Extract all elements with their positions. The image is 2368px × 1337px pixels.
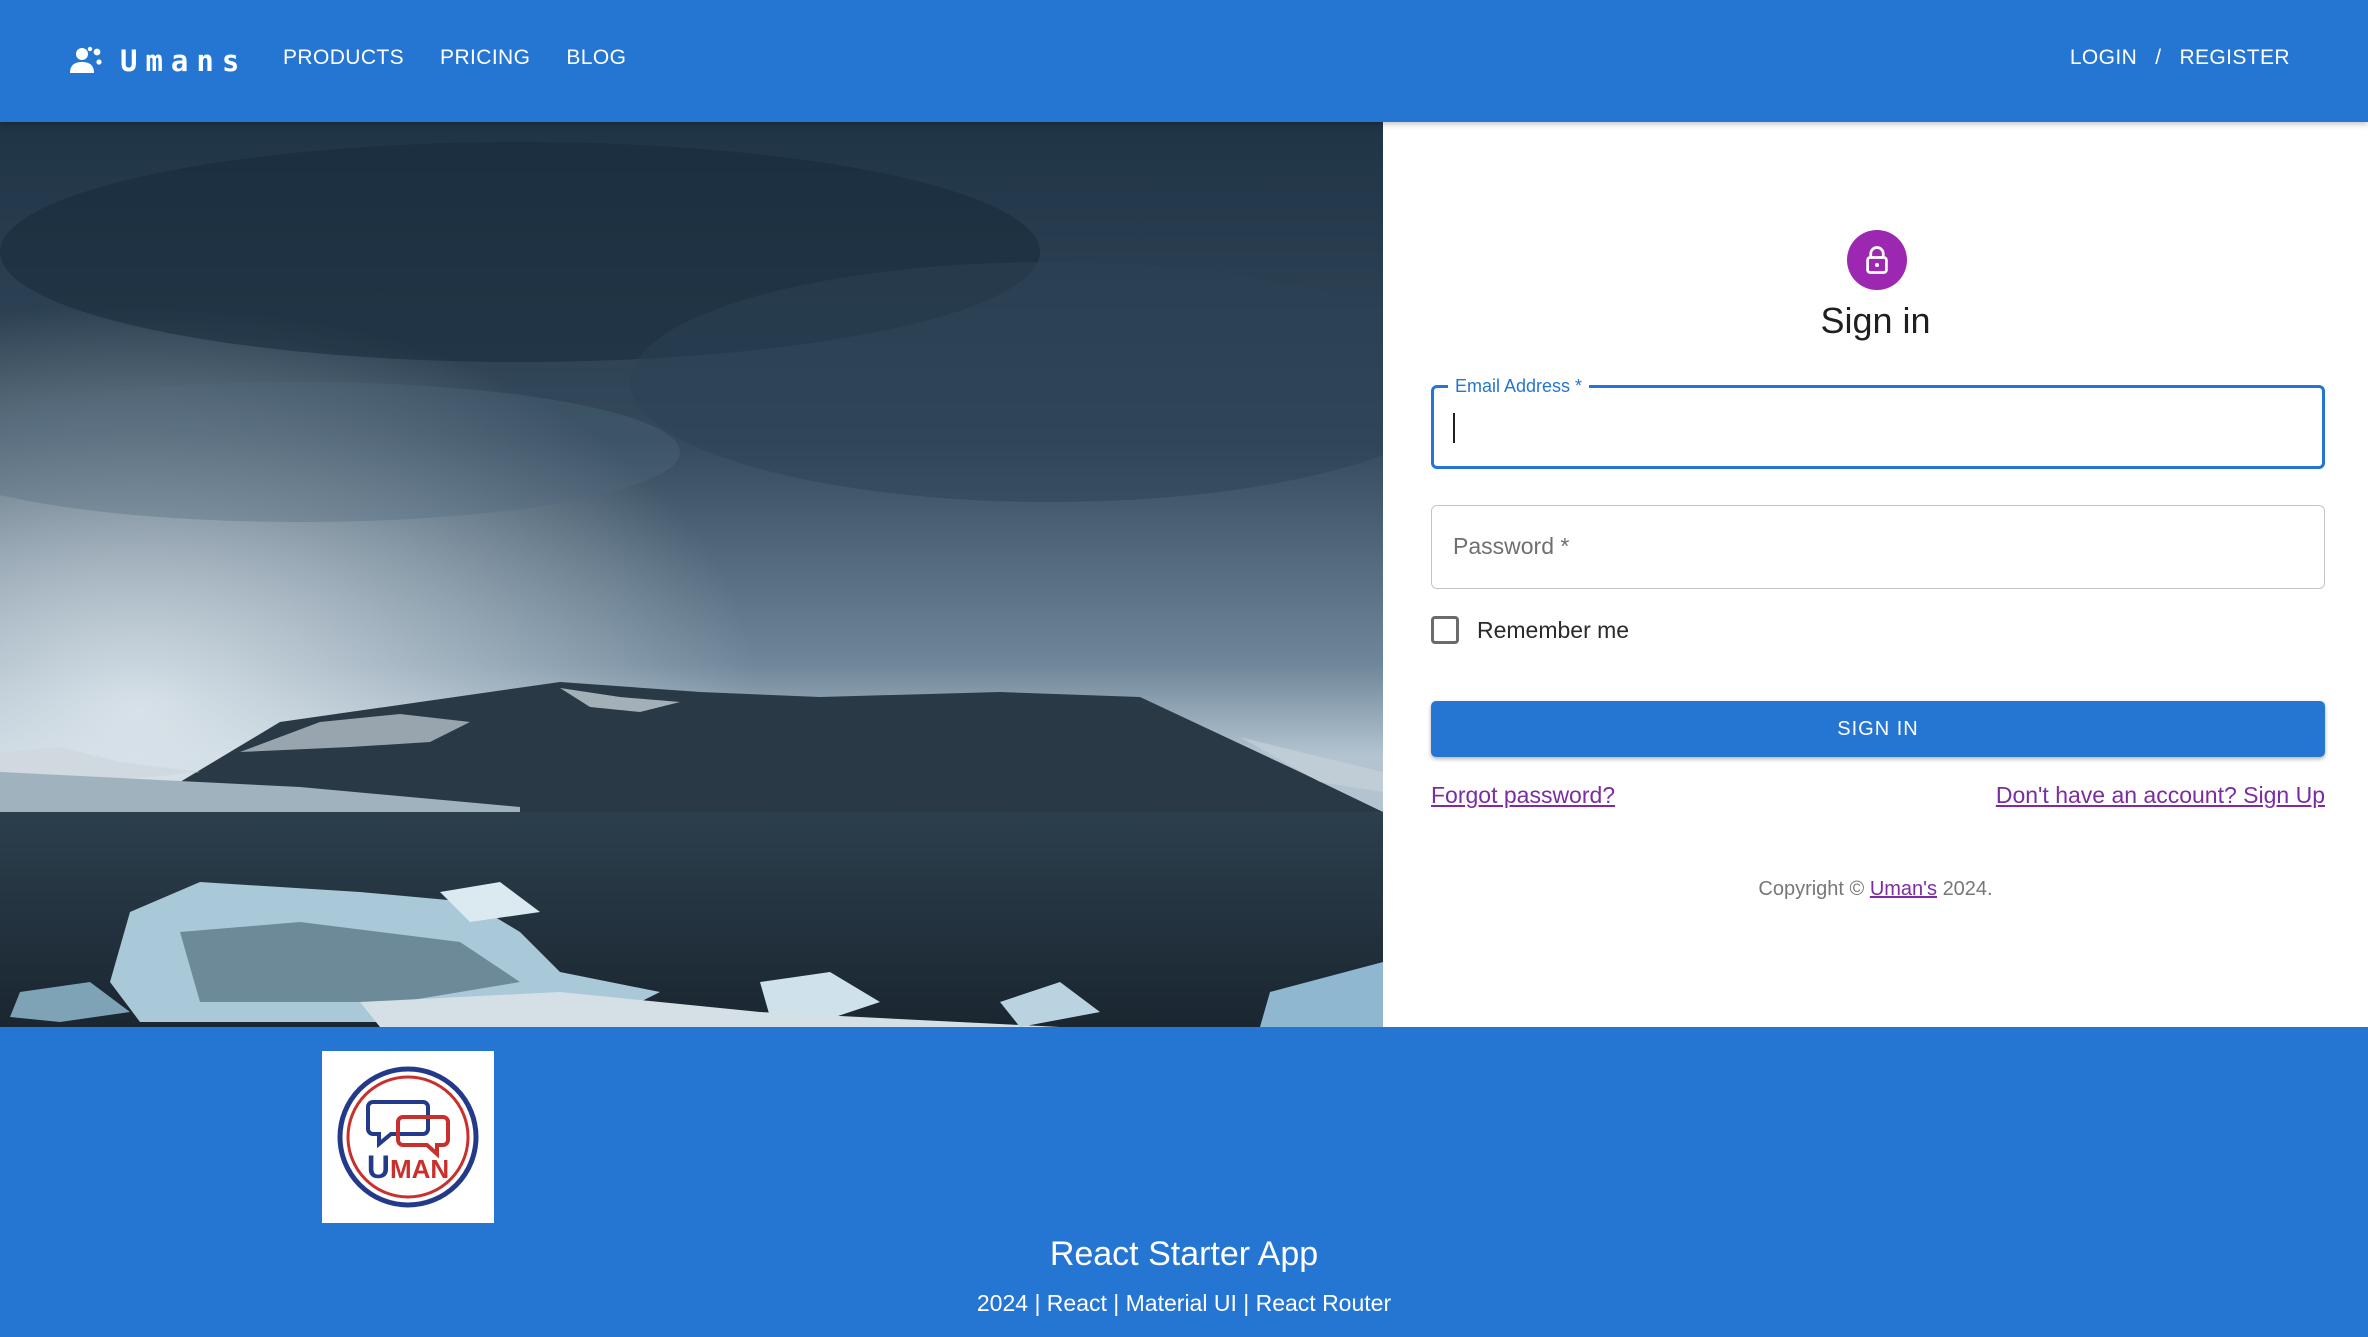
footer: UMAN React Starter App 2024 | React | Ma… bbox=[0, 1027, 2368, 1337]
uman-logo-image: UMAN bbox=[337, 1066, 479, 1208]
nav-item-blog[interactable]: BLOG bbox=[566, 46, 626, 70]
forgot-password-link[interactable]: Forgot password? bbox=[1431, 782, 1615, 809]
signup-link[interactable]: Don't have an account? Sign Up bbox=[1996, 782, 2325, 809]
footer-subtitle: 2024 | React | Material UI | React Route… bbox=[976, 1290, 1392, 1316]
nav-item-products[interactable]: PRODUCTS bbox=[283, 46, 404, 70]
logo-text: UMAN bbox=[367, 1149, 449, 1185]
lock-icon bbox=[1866, 246, 1888, 274]
brand-name: Umans bbox=[120, 44, 248, 78]
copyright-link[interactable]: Uman's bbox=[1870, 878, 1937, 900]
brand[interactable]: Umans bbox=[70, 44, 247, 78]
footer-logo: UMAN bbox=[322, 1051, 494, 1223]
auth-links: LOGIN / REGISTER bbox=[2070, 46, 2290, 70]
signin-panel: Sign in Email Address * Password * Remem… bbox=[1383, 122, 2368, 1027]
footer-title: React Starter App bbox=[1049, 1235, 1319, 1273]
password-field[interactable]: Password * bbox=[1431, 505, 2325, 589]
email-field[interactable]: Email Address * bbox=[1431, 376, 2325, 469]
email-input[interactable] bbox=[1434, 388, 2322, 466]
signin-title: Sign in bbox=[1820, 300, 1931, 341]
users-group-icon bbox=[70, 46, 102, 73]
copyright-prefix: Copyright © bbox=[1758, 878, 1865, 900]
remember-me[interactable]: Remember me bbox=[1431, 616, 1629, 644]
remember-label: Remember me bbox=[1477, 616, 1630, 643]
hero-image bbox=[0, 122, 1383, 1027]
signin-button[interactable]: SIGN IN bbox=[1431, 701, 2325, 757]
top-app-bar: Umans PRODUCTS PRICING BLOG LOGIN / REGI… bbox=[0, 0, 2368, 122]
main-nav: PRODUCTS PRICING BLOG bbox=[283, 46, 626, 70]
glacier-landscape-image bbox=[0, 122, 1383, 1027]
copyright: Copyright © Uman's 2024. bbox=[1383, 878, 2368, 901]
lock-avatar bbox=[1847, 230, 1907, 290]
password-input[interactable] bbox=[1432, 506, 2324, 588]
login-link[interactable]: LOGIN bbox=[2070, 46, 2137, 70]
copyright-suffix: 2024. bbox=[1942, 878, 1993, 900]
auth-separator: / bbox=[2155, 46, 2162, 69]
nav-item-pricing[interactable]: PRICING bbox=[440, 46, 530, 70]
register-link[interactable]: REGISTER bbox=[2179, 46, 2290, 70]
remember-checkbox[interactable] bbox=[1431, 616, 1459, 644]
